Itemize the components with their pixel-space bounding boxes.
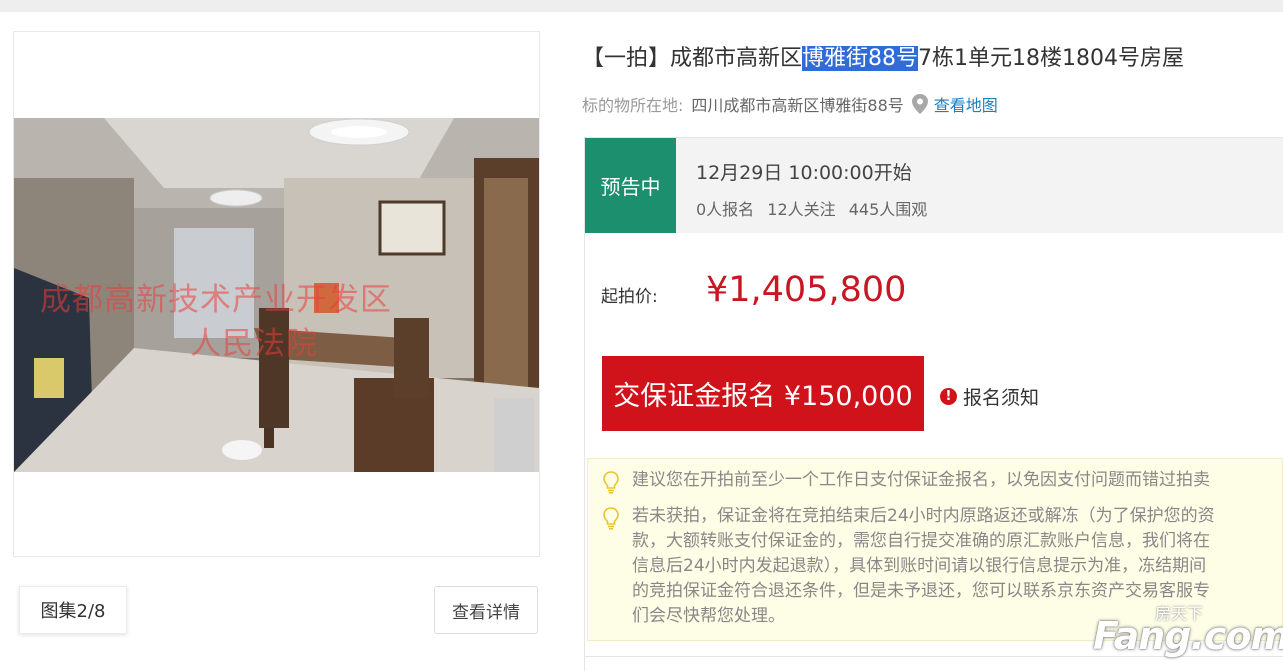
location-label: 标的物所在地: bbox=[582, 96, 684, 115]
status-badge: 预告中 bbox=[585, 138, 676, 233]
lightbulb-icon bbox=[603, 507, 619, 530]
watcher-count: 445人围观 bbox=[848, 200, 928, 219]
exclamation-icon: ! bbox=[940, 388, 957, 405]
location-row: 标的物所在地: 四川成都市高新区博雅街88号 查看地图 bbox=[582, 92, 998, 116]
tip1-text: 建议您在开拍前至少一个工作日支付保证金报名，以免因支付问题而错过拍卖 bbox=[632, 470, 1210, 490]
auction-start-time: 12月29日 10:00:00开始 bbox=[696, 162, 912, 184]
location-address: 四川成都市高新区博雅街88号 bbox=[691, 96, 904, 115]
auction-stats: 0人报名 12人关注 445人围观 bbox=[696, 196, 935, 220]
tip2-line: 若未获拍，保证金将在竞拍结束后24小时内原路返还或解冻（为了保护您的资 bbox=[632, 506, 1215, 526]
album-counter-button[interactable]: 图集2/8 bbox=[19, 586, 127, 634]
lightbulb-icon bbox=[603, 471, 619, 494]
fang-logo-text: Fang.com bbox=[1093, 614, 1283, 658]
image-gallery: 成都高新技术产业开发区 人民法院 bbox=[13, 31, 540, 557]
follower-count: 12人关注 bbox=[767, 200, 836, 219]
tip2-line: 款，大额转账支付保证金的，需您自行提交准确的原汇款账户信息，我们将在 bbox=[632, 531, 1210, 551]
tip-item: 建议您在开拍前至少一个工作日支付保证金报名，以免因支付问题而错过拍卖 bbox=[600, 468, 1210, 494]
property-photo[interactable]: 成都高新技术产业开发区 人民法院 bbox=[14, 118, 539, 472]
registration-notice-link[interactable]: ! 报名须知 bbox=[940, 383, 1039, 410]
pay-deposit-register-button[interactable]: 交保证金报名 ¥150,000 bbox=[602, 356, 924, 431]
auction-status-panel: 预告中 12月29日 10:00:00开始 0人报名 12人关注 445人围观 bbox=[584, 137, 1283, 233]
court-watermark-line1: 成都高新技术产业开发区 bbox=[40, 282, 392, 318]
tip2-line: 信息后24小时内发起退款），具体到账时间请以银行信息提示为准，冻结期间 bbox=[632, 556, 1207, 576]
view-details-button[interactable]: 查看详情 bbox=[434, 586, 538, 634]
title-highlight: 博雅街88号 bbox=[802, 46, 919, 71]
registered-count: 0人报名 bbox=[696, 200, 755, 219]
starting-price-label: 起拍价: bbox=[601, 287, 658, 307]
title-prefix: 【一拍】成都市高新区 bbox=[582, 46, 803, 71]
fang-watermark-logo: 房天下 Fang.com bbox=[1093, 600, 1283, 660]
title-suffix: 7栋1单元18楼1804号房屋 bbox=[918, 46, 1184, 71]
starting-price-value: ¥1,405,800 bbox=[706, 270, 907, 310]
top-bar bbox=[0, 0, 1283, 12]
location-pin-icon bbox=[910, 93, 930, 115]
listing-title: 【一拍】成都市高新区博雅街88号7栋1单元18楼1804号房屋 bbox=[582, 40, 1184, 72]
court-watermark-line2: 人民法院 bbox=[190, 326, 318, 362]
registration-notice-label: 报名须知 bbox=[963, 387, 1040, 409]
view-map-link[interactable]: 查看地图 bbox=[934, 92, 998, 116]
